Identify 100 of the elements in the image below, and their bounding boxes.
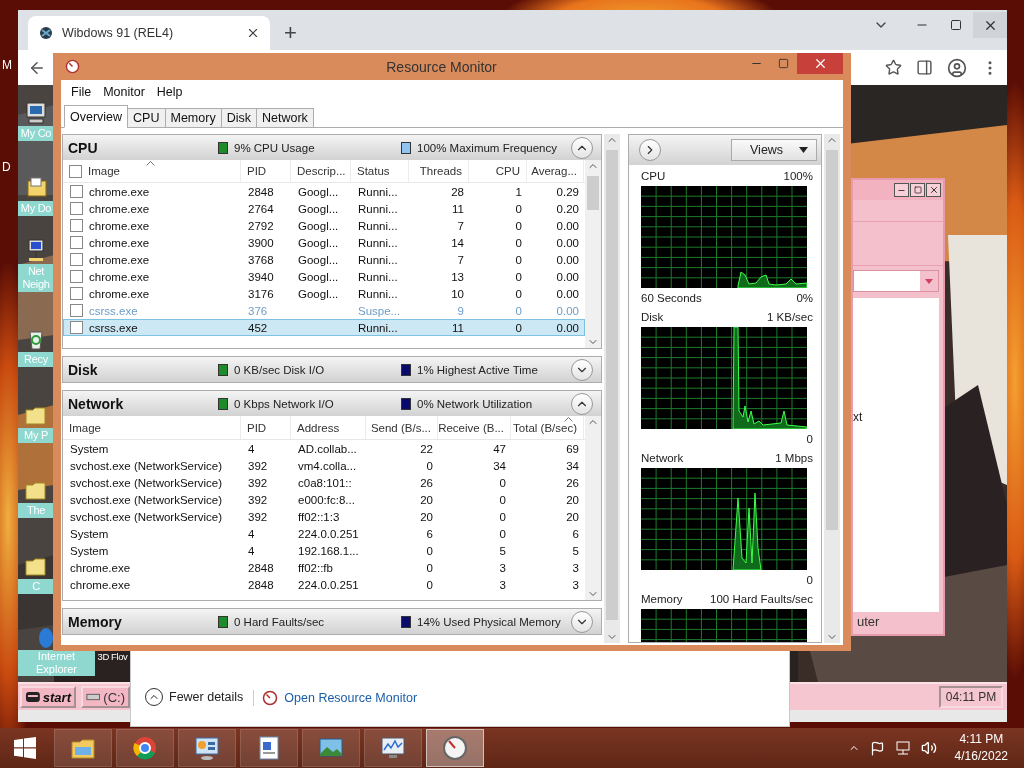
menu-item[interactable]: Monitor bbox=[98, 82, 150, 101]
graph-time-label: 60 Seconds bbox=[641, 292, 702, 304]
scrollbar[interactable] bbox=[824, 134, 840, 643]
taskbar-app-button[interactable] bbox=[178, 729, 236, 767]
fewer-details-button[interactable]: Fewer details bbox=[145, 688, 244, 706]
scroll-thumb[interactable] bbox=[606, 150, 618, 620]
process-row[interactable]: System 4 AD.collab... 22 47 69 bbox=[63, 440, 585, 457]
close-button[interactable] bbox=[973, 12, 1007, 38]
taskbar-app-button[interactable] bbox=[364, 729, 422, 767]
process-row[interactable]: chrome.exe 2848 Googl... Runni... 28 1 0.29 bbox=[63, 183, 585, 200]
collapse-button[interactable] bbox=[571, 136, 593, 159]
row-checkbox[interactable] bbox=[70, 253, 83, 266]
expand-panel-button[interactable] bbox=[639, 139, 661, 161]
row-checkbox[interactable] bbox=[70, 287, 83, 300]
start-button[interactable]: start bbox=[20, 686, 76, 708]
process-row[interactable]: System 4 224.0.0.251 6 0 6 bbox=[63, 525, 585, 542]
close-button[interactable] bbox=[926, 183, 941, 197]
maximize-button[interactable] bbox=[910, 183, 925, 197]
dropdown-field[interactable] bbox=[853, 270, 939, 292]
process-row[interactable]: svchost.exe (NetworkService) 392 c0a8:101:: 26 0 26 bbox=[63, 474, 585, 491]
flag-icon[interactable] bbox=[869, 740, 885, 756]
process-row[interactable]: chrome.exe 3176 Googl... Runni... 10 0 0.00 bbox=[63, 285, 585, 302]
menu-item[interactable]: Help bbox=[151, 82, 188, 101]
section-header[interactable]: Memory 0 Hard Faults/sec 14% Used Physical Memory bbox=[63, 609, 601, 634]
row-checkbox[interactable] bbox=[70, 219, 83, 232]
process-row[interactable]: chrome.exe 2764 Googl... Runni... 11 0 0.20 bbox=[63, 200, 585, 217]
table-cell: 0 bbox=[515, 304, 522, 317]
scrollbar[interactable] bbox=[585, 416, 601, 600]
table-cell: System bbox=[70, 544, 109, 557]
process-row[interactable]: chrome.exe 2848 224.0.0.251 0 3 3 bbox=[63, 576, 585, 593]
taskbar-app-button[interactable] bbox=[426, 729, 484, 767]
close-icon[interactable] bbox=[246, 26, 260, 40]
process-row[interactable]: svchost.exe (NetworkService) 392 ff02::1:3 20 0 20 bbox=[63, 508, 585, 525]
menu-item[interactable]: File bbox=[66, 82, 97, 101]
scroll-thumb[interactable] bbox=[587, 176, 599, 210]
process-row[interactable]: svchost.exe (NetworkService) 392 vm4.colla... 0 34 34 bbox=[63, 457, 585, 474]
tab[interactable]: CPU bbox=[127, 108, 166, 128]
scroll-thumb[interactable] bbox=[826, 150, 838, 530]
process-row[interactable]: chrome.exe 3768 Googl... Runni... 7 0 0.00 bbox=[63, 251, 585, 268]
minimize-button[interactable] bbox=[894, 183, 909, 197]
drive-icon bbox=[86, 692, 101, 702]
taskbar-app-button[interactable] bbox=[240, 729, 298, 767]
scrollbar[interactable] bbox=[604, 134, 620, 643]
taskbar-app-button[interactable] bbox=[54, 729, 112, 767]
section-header[interactable]: Disk 0 KB/sec Disk I/O 1% Highest Active Time bbox=[63, 357, 601, 382]
profile-icon[interactable] bbox=[947, 57, 967, 78]
section-header[interactable]: Network 0 Kbps Network I/O 0% Network Utilization bbox=[63, 391, 601, 416]
network-icon[interactable] bbox=[894, 740, 911, 756]
process-row[interactable]: svchost.exe (NetworkService) 392 e000:fc:8... 20 0 20 bbox=[63, 491, 585, 508]
table-cell: 392 bbox=[248, 510, 268, 523]
collapse-button[interactable] bbox=[571, 392, 593, 415]
row-checkbox[interactable] bbox=[70, 236, 83, 249]
browser-tab[interactable]: Wibdows 91 (REL4) bbox=[28, 16, 270, 50]
table-cell: ff02::1:3 bbox=[298, 510, 340, 523]
tab[interactable]: Memory bbox=[164, 108, 222, 128]
expand-button[interactable] bbox=[571, 610, 593, 633]
row-checkbox[interactable] bbox=[70, 185, 83, 198]
tab[interactable]: Network bbox=[255, 108, 314, 128]
drive-button[interactable]: (C:) bbox=[81, 686, 130, 708]
table-cell: 2792 bbox=[248, 219, 274, 232]
select-all-checkbox[interactable] bbox=[69, 164, 82, 178]
process-row[interactable]: chrome.exe 2848 ff02::fb 0 3 3 bbox=[63, 559, 585, 576]
section-title: Disk bbox=[68, 361, 99, 378]
table-cell: Googl... bbox=[298, 287, 339, 300]
new-tab-button[interactable]: + bbox=[278, 16, 303, 50]
open-resource-monitor-link[interactable]: Open Resource Monitor bbox=[253, 690, 418, 706]
taskbar-app-button[interactable] bbox=[116, 729, 174, 767]
taskbar-clock[interactable]: 4:11 PM 4/16/2022 bbox=[954, 731, 1008, 765]
table-cell: 0.29 bbox=[556, 185, 579, 198]
table-cell: 4 bbox=[248, 527, 255, 540]
row-checkbox[interactable] bbox=[70, 321, 83, 334]
table-cell: 6 bbox=[426, 527, 433, 540]
section-header[interactable]: CPU 9% CPU Usage 100% Maximum Frequency bbox=[63, 135, 601, 160]
bookmark-star-icon[interactable] bbox=[885, 59, 902, 76]
tab[interactable]: Overview bbox=[64, 105, 129, 128]
table-cell: 11 bbox=[452, 321, 464, 334]
table-cell: svchost.exe (NetworkService) bbox=[70, 510, 223, 523]
section-title: Network bbox=[68, 395, 125, 412]
table-cell: Runni... bbox=[358, 219, 398, 232]
table-cell: 0.00 bbox=[556, 287, 579, 300]
row-checkbox[interactable] bbox=[70, 304, 83, 317]
speaker-icon[interactable] bbox=[920, 740, 937, 756]
process-row[interactable]: chrome.exe 2792 Googl... Runni... 7 0 0.00 bbox=[63, 217, 585, 234]
expand-button[interactable] bbox=[571, 358, 593, 381]
process-row[interactable]: System 4 192.168.1... 0 5 5 bbox=[63, 542, 585, 559]
row-checkbox[interactable] bbox=[70, 202, 83, 215]
process-row[interactable]: csrss.exe 452 Runni... 11 0 0.00 bbox=[63, 319, 585, 336]
table-cell: 2764 bbox=[248, 202, 274, 215]
list-item-text: xt bbox=[853, 410, 863, 424]
table-cell: Runni... bbox=[358, 321, 398, 334]
taskbar-app-button[interactable] bbox=[302, 729, 360, 767]
views-dropdown[interactable]: Views bbox=[731, 139, 817, 161]
process-row[interactable]: chrome.exe 3940 Googl... Runni... 13 0 0.00 bbox=[63, 268, 585, 285]
row-checkbox[interactable] bbox=[70, 270, 83, 283]
side-panel-icon[interactable] bbox=[916, 59, 933, 76]
column-header[interactable]: Receive (B... bbox=[438, 416, 511, 439]
scrollbar[interactable] bbox=[585, 160, 601, 348]
column-header[interactable]: Total (B/sec) bbox=[511, 416, 584, 439]
process-row[interactable]: chrome.exe 3900 Googl... Runni... 14 0 0.00 bbox=[63, 234, 585, 251]
tab[interactable]: Disk bbox=[220, 108, 257, 128]
